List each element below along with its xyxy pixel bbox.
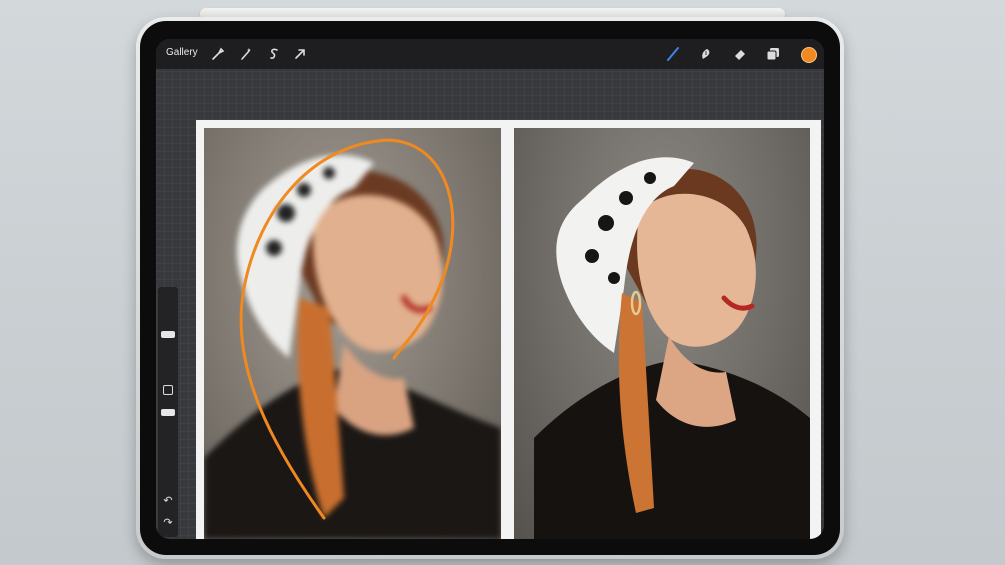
smudge-icon[interactable] — [698, 46, 714, 62]
modify-button[interactable] — [163, 385, 173, 395]
brush-sidebar: ↶ ↷ — [158, 287, 178, 537]
painted-portrait — [204, 128, 501, 539]
top-toolbar: Gallery — [156, 39, 824, 69]
wrench-icon[interactable] — [210, 46, 226, 62]
color-swatch[interactable] — [801, 47, 817, 63]
undo-button[interactable]: ↶ — [161, 494, 175, 508]
magic-wand-icon[interactable] — [238, 46, 254, 62]
reference-photo — [514, 128, 810, 539]
eraser-icon[interactable] — [732, 46, 748, 62]
gallery-button[interactable]: Gallery — [166, 47, 198, 58]
transform-icon[interactable] — [292, 46, 308, 62]
brush-size-slider[interactable] — [161, 331, 175, 338]
ipad-device: Gallery ↶ ↷ — [136, 17, 844, 559]
ipad-bezel: Gallery ↶ ↷ — [140, 21, 840, 555]
redo-button[interactable]: ↷ — [161, 516, 175, 530]
layers-icon[interactable] — [765, 46, 781, 62]
opacity-slider[interactable] — [161, 409, 175, 416]
brush-icon[interactable] — [665, 46, 681, 62]
selection-icon[interactable] — [266, 46, 282, 62]
drawing-canvas[interactable] — [196, 120, 821, 539]
procreate-screen: Gallery ↶ ↷ — [156, 39, 824, 539]
